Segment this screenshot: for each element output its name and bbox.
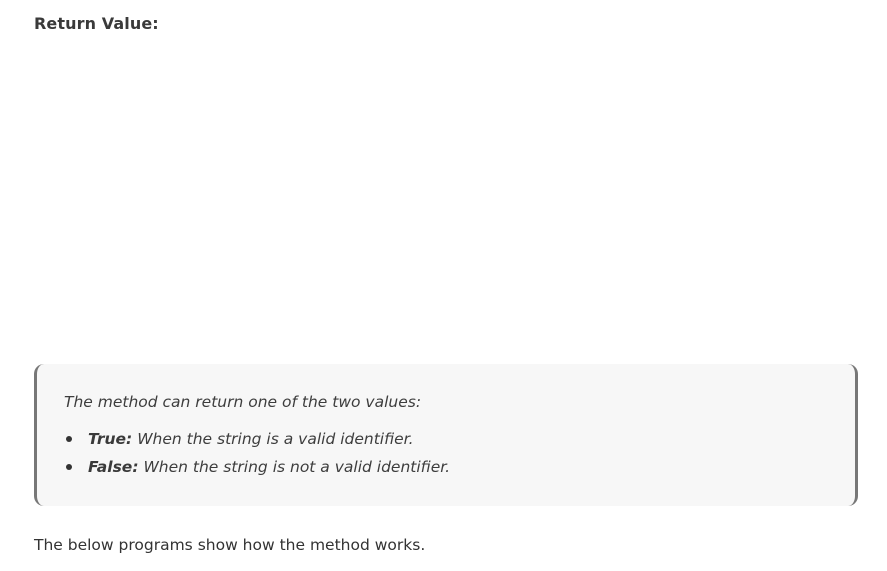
section-heading: Return Value: xyxy=(34,14,159,33)
list-item-term: True: xyxy=(88,430,133,448)
list-item-description: When the string is not a valid identifie… xyxy=(143,458,451,476)
list-item-description: When the string is a valid identifier. xyxy=(137,430,414,448)
bullet-icon xyxy=(66,436,72,442)
return-value-callout: The method can return one of the two val… xyxy=(34,364,858,506)
list-item-true: True: When the string is a valid identif… xyxy=(64,430,450,458)
list-item-term: False: xyxy=(88,458,139,476)
body-paragraph: The below programs show how the method w… xyxy=(34,536,426,554)
return-values-list: True: When the string is a valid identif… xyxy=(64,430,450,486)
callout-intro: The method can return one of the two val… xyxy=(64,393,422,411)
list-item-false: False: When the string is not a valid id… xyxy=(64,458,450,486)
bullet-icon xyxy=(66,464,72,470)
